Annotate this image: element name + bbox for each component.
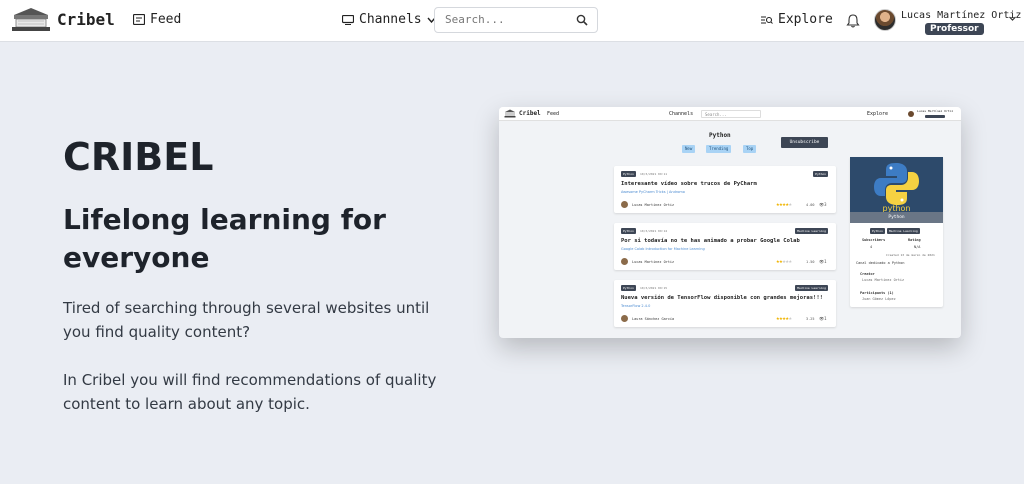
preview-post-category: Machine Learning (795, 228, 828, 234)
preview-tab-new: New (682, 145, 696, 153)
preview-post-avatar (621, 258, 628, 265)
preview-unsubscribe-button: Unsubscribe (781, 137, 828, 148)
preview-post-avatar (621, 201, 628, 208)
preview-participants-label: Participants (1) (860, 291, 894, 295)
preview-post-avatar (621, 315, 628, 322)
preview-channels: Channels (669, 111, 694, 117)
preview-post-stars: ★★★★★ (776, 258, 792, 265)
feed-icon (133, 14, 145, 25)
preview-search: Search... (701, 110, 761, 118)
channels-icon (342, 14, 354, 25)
cribel-logo-icon[interactable] (10, 6, 52, 34)
explore-icon (761, 16, 773, 24)
nav-feed-label: Feed (150, 12, 182, 27)
search-box (434, 7, 598, 33)
preview-user: Lucas Martínez Ortiz (917, 109, 954, 113)
preview-python-logo-image: python (850, 157, 943, 212)
preview-post-views-count: 1 (824, 316, 827, 321)
preview-post-views: 👁1 (819, 259, 827, 264)
preview-post-views-count: 1 (824, 259, 827, 264)
preview-post-card: Python 10/3/2021 09:14 Machine Learning … (614, 223, 836, 270)
preview-post-stars: ★★★★★ (776, 201, 792, 208)
preview-post-views-count: 3 (824, 202, 827, 207)
user-avatar[interactable] (874, 9, 896, 31)
preview-post-author: Laura Sánchez García (632, 317, 675, 321)
nav-feed-link[interactable]: Feed (133, 12, 181, 27)
preview-post-author: Lucas Martínez Ortiz (632, 260, 675, 264)
preview-post-title: Interesante vídeo sobre trucos de PyChar… (621, 181, 757, 187)
preview-tab-top: Top (743, 145, 757, 153)
hero-paragraph-1: Tired of searching through several websi… (63, 299, 430, 341)
preview-explore: Explore (867, 111, 889, 117)
nav-channels-label: Channels (359, 12, 422, 27)
app-preview-screenshot: Cribel Feed Channels Search... Explore L… (499, 107, 961, 338)
user-role-badge: Professor (925, 23, 984, 35)
preview-rating-label: Rating (908, 238, 921, 242)
preview-tab-trending: Trending (706, 145, 732, 153)
preview-post-date: 10/3/2021 09:15 (640, 286, 668, 290)
brand-name[interactable]: Cribel (57, 10, 115, 29)
preview-post-rating: 1.50 (806, 260, 815, 264)
hero-title: CRIBEL (63, 135, 214, 179)
preview-post-link: Google Colab Introduction for Machine Le… (621, 247, 705, 251)
preview-subscribers-count: 4 (870, 245, 873, 249)
preview-creator-name: Lucas Martínez Ortiz (862, 278, 905, 282)
preview-post-tag: Python (621, 171, 636, 177)
preview-post-category: Python (813, 171, 828, 177)
nav-explore-label: Explore (778, 12, 833, 27)
hero-subtitle: Lifelong learning for everyone (63, 203, 386, 274)
preview-channel-tags: Python Machine Learning (870, 228, 920, 234)
preview-feed: Feed (547, 111, 560, 117)
search-input[interactable] (445, 13, 573, 26)
preview-channel-card: python Python Python Machine Learning Su… (850, 157, 943, 307)
preview-post-rating: 4.00 (806, 203, 815, 207)
preview-post-title: Nueva versión de TensorFlow disponible c… (621, 295, 823, 301)
python-logo-text: python (883, 204, 911, 212)
preview-created-date: Created 13 de marzo de 2021 (886, 253, 935, 257)
nav-channels-dropdown[interactable]: Channels (342, 12, 436, 27)
preview-channel-description: Canal dedicado a Python (856, 261, 905, 265)
preview-post-card: Python 10/3/2021 09:15 Machine Learning … (614, 280, 836, 327)
preview-navbar: Cribel Feed Channels Search... Explore L… (499, 107, 961, 121)
preview-post-date: 10/3/2021 09:11 (640, 172, 668, 176)
preview-subscribers-label: Subscribers (862, 238, 886, 242)
preview-post-stars: ★★★★★ (776, 315, 792, 322)
preview-post-category: Machine Learning (795, 285, 828, 291)
preview-post-tag: Python (621, 228, 636, 234)
preview-post-card: Python 10/3/2021 09:11 Python Interesant… (614, 166, 836, 213)
top-navbar: Cribel Feed Channels Explore Lucas Martí… (0, 0, 1024, 42)
hero-paragraph-2: In Cribel you will find recommendations … (63, 371, 437, 413)
preview-role-badge (925, 115, 945, 118)
preview-logo-icon (504, 109, 516, 118)
preview-post-tag: Python (621, 285, 636, 291)
user-name[interactable]: Lucas Martínez Ortiz (901, 10, 1021, 21)
preview-post-link: Awesome PyCharm Tricks | Andromo (621, 190, 685, 194)
preview-channel-title: Python (709, 132, 731, 139)
preview-post-link: TensorFlow 2.4.0 (621, 304, 651, 308)
preview-post-author: Lucas Martínez Ortiz (632, 203, 675, 207)
preview-creator-label: Creator (860, 272, 875, 276)
preview-rating-value: N/A (914, 245, 921, 249)
preview-post-date: 10/3/2021 09:14 (640, 229, 668, 233)
notifications-bell-icon[interactable] (846, 13, 860, 29)
preview-channel-name: Python (850, 212, 943, 223)
preview-channel-tag: Machine Learning (886, 228, 920, 234)
search-icon[interactable] (576, 14, 588, 26)
preview-post-views: 👁1 (819, 316, 827, 321)
user-menu-chevron-icon[interactable] (1008, 14, 1017, 23)
preview-post-views: 👁3 (819, 202, 827, 207)
preview-avatar (908, 111, 914, 117)
preview-brand: Cribel (519, 110, 541, 117)
preview-post-rating: 3.25 (806, 317, 815, 321)
python-logo-icon: python (874, 163, 919, 212)
nav-explore-link[interactable]: Explore (761, 12, 833, 27)
preview-participant-name: Juan Gómez López (862, 297, 896, 301)
preview-channel-tag: Python (870, 228, 885, 234)
preview-post-title: Por si todavía no te has animado a proba… (621, 238, 800, 244)
